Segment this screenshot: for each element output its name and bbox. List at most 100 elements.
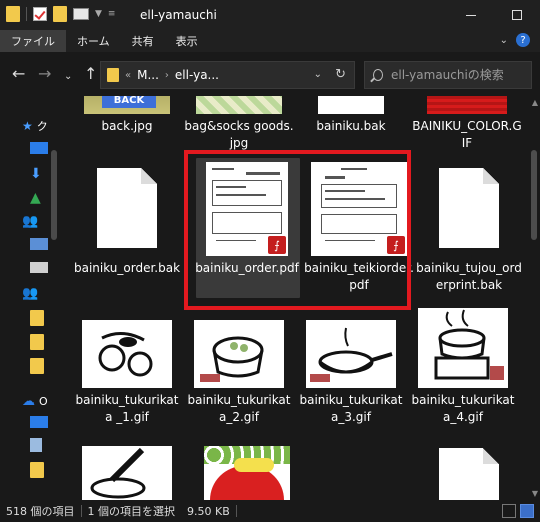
folder-icon <box>107 68 119 82</box>
status-bar: 518 個の項目 1 個の項目を選択 9.50 KB <box>0 500 540 522</box>
thumbnail-graphic: BACK <box>102 96 156 108</box>
file-item[interactable]: BAINIKU_COLOR.GIF <box>412 96 522 152</box>
sidebar-item-folder-1[interactable] <box>30 310 44 326</box>
thumbnail-graphic <box>234 458 274 472</box>
refresh-icon[interactable]: ↻ <box>335 67 346 82</box>
breadcrumb-current[interactable]: ell-ya... <box>175 68 219 82</box>
google-drive-icon: ▲ <box>30 190 41 206</box>
gif-thumbnail <box>82 446 172 500</box>
minimize-icon <box>466 14 476 16</box>
file-name: bainiku_tukurikata_2.gif <box>187 393 291 424</box>
recent-locations-icon[interactable]: ⌄ <box>64 69 72 85</box>
ladle-illustration <box>90 447 146 499</box>
sidebar-item-pc[interactable] <box>30 416 48 428</box>
file-item[interactable] <box>414 448 524 500</box>
sidebar-item-label: ク <box>36 120 48 133</box>
properties-icon[interactable] <box>73 8 89 20</box>
sidebar-item-folder-2[interactable] <box>30 334 44 350</box>
forward-arrow-icon[interactable]: → <box>38 66 51 82</box>
gif-thumbnail <box>306 320 396 388</box>
gif-thumbnail <box>82 320 172 388</box>
sidebar-item-monitor[interactable] <box>30 238 48 250</box>
customize-toolbar-icon[interactable]: ≡ <box>108 9 116 19</box>
gif-thumbnail <box>194 320 284 388</box>
overflow-chevron-icon[interactable]: « <box>125 70 131 81</box>
title-bar: ▼ ≡ ell-yamauchi <box>0 0 540 30</box>
sidebar-item-label: O <box>39 395 48 408</box>
large-icons-view-icon[interactable] <box>520 504 534 518</box>
desktop-icon <box>30 142 48 154</box>
file-item[interactable]: bainiku_tukurikata _1.gif <box>72 320 182 426</box>
address-dropdown-icon[interactable]: ⌄ <box>314 69 322 80</box>
item-count: 518 個の項目 <box>6 505 75 518</box>
file-item[interactable]: bainiku_order.bak <box>72 168 182 277</box>
sidebar-scrollbar-thumb[interactable] <box>51 150 57 240</box>
file-item[interactable]: bainiku_tukurikata_4.gif <box>408 308 518 426</box>
gif-thumbnail <box>418 308 508 388</box>
file-name: back.jpg <box>101 119 153 133</box>
up-arrow-icon[interactable]: ↑ <box>84 66 97 82</box>
sidebar-item-printer[interactable] <box>30 262 48 273</box>
breadcrumb-separator-icon[interactable]: › <box>165 70 169 81</box>
folder-icon <box>30 334 44 350</box>
search-input[interactable] <box>391 68 531 82</box>
sidebar-item-downloads[interactable]: ⬇ <box>30 166 42 182</box>
sidebar-item-quick-access[interactable]: ★ ク <box>22 118 48 134</box>
file-name: bainiku.bak <box>316 119 386 133</box>
file-item[interactable] <box>72 446 182 500</box>
address-bar[interactable]: « M... › ell-ya... ⌄ ↻ <box>100 61 355 89</box>
file-item[interactable]: bainiku.bak <box>296 96 406 135</box>
file-item[interactable]: bainiku_tukurikata_3.gif <box>296 320 406 426</box>
divider <box>235 505 237 517</box>
sidebar-item-network-user[interactable]: 👥 <box>22 214 38 229</box>
blank-file-icon <box>97 168 157 248</box>
scroll-up-icon[interactable]: ▲ <box>532 98 538 107</box>
divider <box>26 7 27 21</box>
ribbon-tabs: ファイル ホーム 共有 表示 ⌄ ? <box>0 30 540 52</box>
breadcrumb-parent[interactable]: M... <box>137 68 159 82</box>
checkmark-properties-icon[interactable] <box>33 7 47 21</box>
maximize-icon <box>512 10 522 20</box>
help-icon[interactable]: ? <box>516 33 530 47</box>
tab-file[interactable]: ファイル <box>0 30 66 52</box>
folder-icon <box>30 358 44 374</box>
sidebar-item-folder-4[interactable] <box>30 462 44 478</box>
sidebar-item-folder-3[interactable] <box>30 358 44 374</box>
file-item[interactable]: BACK back.jpg <box>72 96 182 135</box>
search-icon <box>373 69 383 81</box>
expand-ribbon-icon[interactable]: ⌄ <box>500 35 508 46</box>
file-name: bainiku_tukurikata _1.gif <box>75 393 179 424</box>
file-name: bainiku_tujou_orderprint.bak <box>416 261 522 292</box>
sidebar-item-desktop[interactable] <box>30 142 48 154</box>
chevron-down-icon[interactable]: ▼ <box>95 9 102 19</box>
back-arrow-icon[interactable]: ← <box>12 66 25 82</box>
new-folder-icon[interactable] <box>53 6 67 22</box>
folder-icon <box>30 310 44 326</box>
file-item[interactable]: bainiku_tukurikata_2.gif <box>184 320 294 426</box>
download-arrow-icon: ⬇ <box>30 166 42 182</box>
selection-count: 1 個の項目を選択 <box>87 505 176 518</box>
minimize-button[interactable] <box>448 0 494 30</box>
file-item[interactable]: bag&socks goods.jpg <box>184 96 294 152</box>
sidebar-item-onedrive[interactable]: ☁ O <box>22 394 48 409</box>
tab-home[interactable]: ホーム <box>66 30 121 52</box>
sidebar-item-gdrive[interactable]: ▲ <box>30 190 41 206</box>
file-name: bainiku_order.bak <box>73 261 181 275</box>
maximize-button[interactable] <box>494 0 540 30</box>
tab-share[interactable]: 共有 <box>121 30 165 52</box>
blank-file-thumbnail <box>318 96 384 114</box>
file-item[interactable]: bainiku_tujou_orderprint.bak <box>414 168 524 294</box>
sidebar-item-network-user-2[interactable]: 👥 <box>22 286 38 301</box>
file-item[interactable] <box>192 446 302 500</box>
folder-icon <box>30 462 44 478</box>
content-scrollbar-thumb[interactable] <box>531 150 537 240</box>
pc-icon <box>30 416 48 428</box>
scroll-down-icon[interactable]: ▼ <box>532 489 538 498</box>
file-name: bainiku_tukurikata_3.gif <box>299 393 403 424</box>
image-thumbnail <box>204 446 290 500</box>
image-thumbnail <box>427 96 507 114</box>
sidebar-item-document[interactable] <box>30 438 42 452</box>
tab-view[interactable]: 表示 <box>165 30 209 52</box>
search-box[interactable] <box>364 61 532 89</box>
details-view-icon[interactable] <box>502 504 516 518</box>
